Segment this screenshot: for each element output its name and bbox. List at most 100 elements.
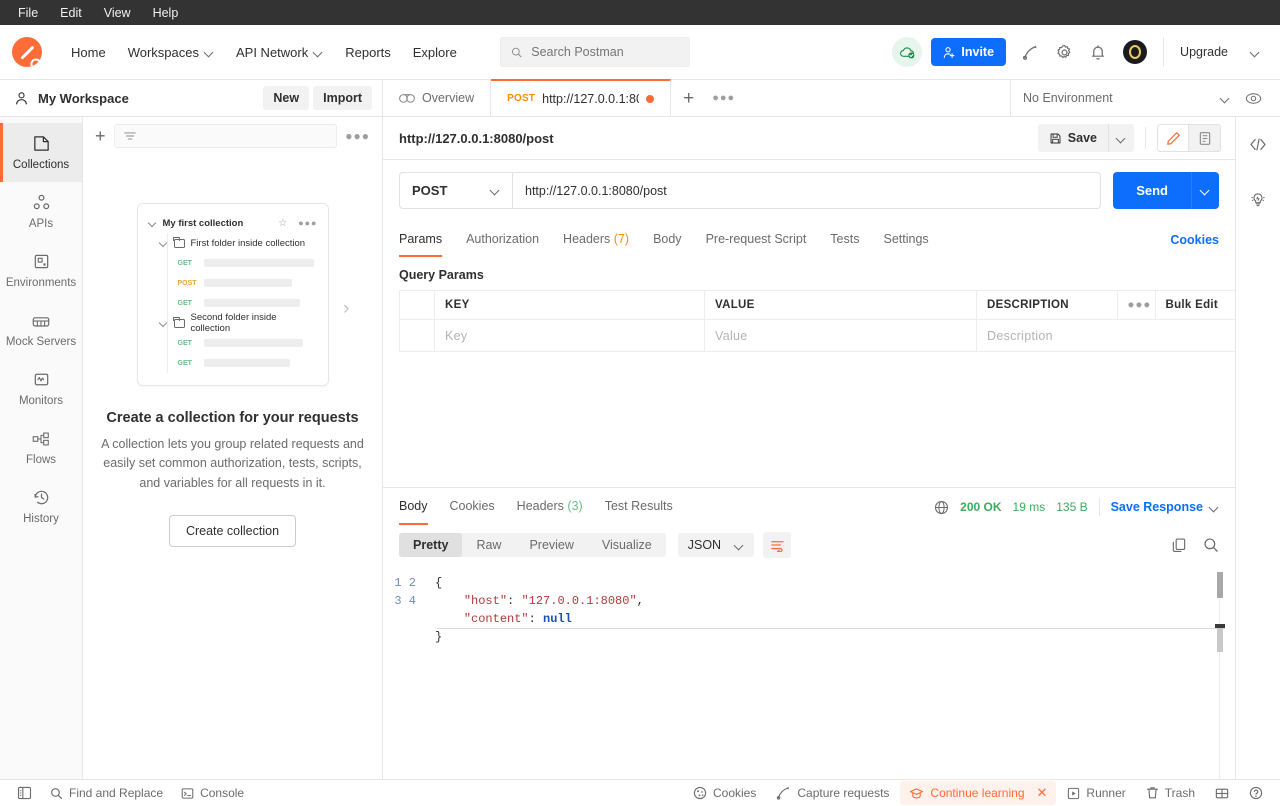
response-format-select[interactable]: JSON [677,533,755,557]
response-vertical-scrollbar[interactable] [1215,572,1225,779]
sidebar-filter-input[interactable] [113,124,338,148]
search-input[interactable] [531,45,679,59]
response-body-code[interactable]: { "host": "127.0.0.1:8080", "content": n… [427,564,1235,779]
menu-view[interactable]: View [94,3,141,23]
row-value-input[interactable]: Value [704,319,977,352]
create-collection-button[interactable]: Create collection [168,515,297,548]
global-search[interactable] [499,37,690,67]
rail-item-environments[interactable]: Environments [0,241,82,300]
upgrade-chevron-down-icon[interactable] [1240,37,1270,67]
nav-explore[interactable]: Explore [402,38,468,67]
upgrade-button[interactable]: Upgrade [1168,39,1240,65]
invite-button[interactable]: Invite [931,38,1007,66]
runner-button[interactable]: Runner [1058,782,1134,804]
user-avatar[interactable] [1123,40,1148,64]
tab-pre-request-script[interactable]: Pre-request Script [706,223,807,257]
json-value-host: "127.0.0.1:8080" [521,594,637,608]
view-mode-raw[interactable]: Raw [462,533,515,557]
illustration-method-label: GET [177,339,192,347]
sidebar-more-options-icon[interactable]: ●●● [345,129,370,143]
tab-authorization-label: Authorization [466,232,540,246]
new-button[interactable]: New [263,86,310,110]
http-method-select[interactable]: POST [399,172,512,209]
capture-requests-button[interactable]: Capture requests [767,782,898,804]
search-response-icon[interactable] [1203,537,1219,553]
tab-body[interactable]: Body [653,223,682,257]
find-and-replace-button[interactable]: Find and Replace [41,782,172,804]
cloud-sync-status-icon[interactable] [892,37,923,67]
environment-selector[interactable]: No Environment [1023,91,1230,105]
response-tab-headers[interactable]: Headers (3) [517,489,583,525]
console-button[interactable]: Console [172,782,253,804]
globe-icon[interactable] [934,500,949,515]
table-more-options-icon[interactable]: ●●● [1116,290,1156,320]
postman-logo-icon[interactable] [12,37,42,67]
menu-help[interactable]: Help [143,3,189,23]
nav-home[interactable]: Home [60,38,117,67]
save-button[interactable]: Save [1037,124,1108,152]
tab-more-options-icon[interactable]: ●●● [712,92,735,104]
save-options-chevron-down-icon[interactable] [1108,124,1134,152]
continue-learning-button[interactable]: Continue learning ✕ [900,781,1057,805]
lightbulb-info-icon[interactable] [1243,185,1273,215]
response-tab-test-results[interactable]: Test Results [605,489,673,525]
gear-icon[interactable] [1049,37,1079,67]
view-mode-pretty[interactable]: Pretty [399,533,463,557]
copy-icon[interactable] [1171,537,1187,553]
rail-item-history[interactable]: History [0,477,82,536]
menu-edit[interactable]: Edit [50,3,92,23]
tab-authorization[interactable]: Authorization [466,223,539,257]
view-mode-visualize[interactable]: Visualize [588,533,666,557]
environment-quick-look-eye-icon[interactable] [1238,83,1268,113]
rail-item-mock-servers[interactable]: Mock Servers [0,300,82,359]
illustration-method-label: GET [177,259,192,267]
workspace-selector[interactable]: My Workspace New Import [0,80,383,116]
rail-item-apis[interactable]: APIs [0,182,82,241]
tab-method-label: POST [507,93,536,104]
add-collection-button[interactable]: + [95,127,106,145]
scrollbar-thumb-bottom[interactable] [1215,624,1225,652]
tab-settings[interactable]: Settings [883,223,928,257]
rail-item-flows[interactable]: Flows [0,418,82,477]
menu-file[interactable]: File [8,3,48,23]
send-button[interactable]: Send [1113,172,1191,209]
help-button[interactable] [1240,782,1272,804]
tab-overview[interactable]: Overview [383,80,492,116]
wrap-lines-button[interactable] [763,532,792,558]
send-options-chevron-down-icon[interactable] [1191,172,1219,209]
nav-reports[interactable]: Reports [334,38,402,67]
rail-item-monitors[interactable]: Monitors [0,359,82,418]
response-body-viewer[interactable]: 1 2 3 4 { "host": "127.0.0.1:8080", "con… [383,564,1235,779]
response-tab-body[interactable]: Body [399,489,428,525]
url-input[interactable] [512,172,1102,209]
cookies-button[interactable]: Cookies [684,782,765,804]
tab-headers[interactable]: Headers (7) [563,223,629,257]
new-tab-button[interactable]: + [683,89,694,108]
cookies-link[interactable]: Cookies [1170,233,1219,247]
edit-pencil-icon[interactable] [1157,124,1189,152]
nav-api-network[interactable]: API Network [225,38,334,67]
tab-request-post[interactable]: POST http://127.0.0.1:8080/p [491,79,672,116]
scrollbar-thumb-top[interactable] [1217,572,1223,598]
sidebar-toggle-button[interactable] [8,782,41,804]
tab-params[interactable]: Params [399,223,443,257]
rail-item-collections[interactable]: Collections [0,123,82,182]
bulk-edit-button[interactable]: Bulk Edit [1154,290,1235,320]
nav-workspaces[interactable]: Workspaces [117,38,225,67]
response-tab-cookies[interactable]: Cookies [450,489,495,525]
tab-tests[interactable]: Tests [830,223,859,257]
view-mode-preview[interactable]: Preview [515,533,587,557]
close-icon[interactable]: ✕ [1037,785,1048,801]
documentation-icon[interactable] [1189,124,1221,152]
trash-button[interactable]: Trash [1137,782,1204,804]
select-all-cell[interactable] [399,290,435,320]
layout-toggle-button[interactable] [1206,783,1238,804]
row-description-input[interactable]: Description [976,319,1235,352]
sync-icon[interactable] [1015,37,1045,67]
import-button[interactable]: Import [313,86,372,110]
bell-notifications-icon[interactable] [1083,37,1113,67]
code-snippet-icon[interactable] [1243,129,1273,159]
row-key-input[interactable]: Key [434,319,705,352]
row-checkbox[interactable] [399,319,435,352]
save-response-button[interactable]: Save Response [1111,500,1219,514]
